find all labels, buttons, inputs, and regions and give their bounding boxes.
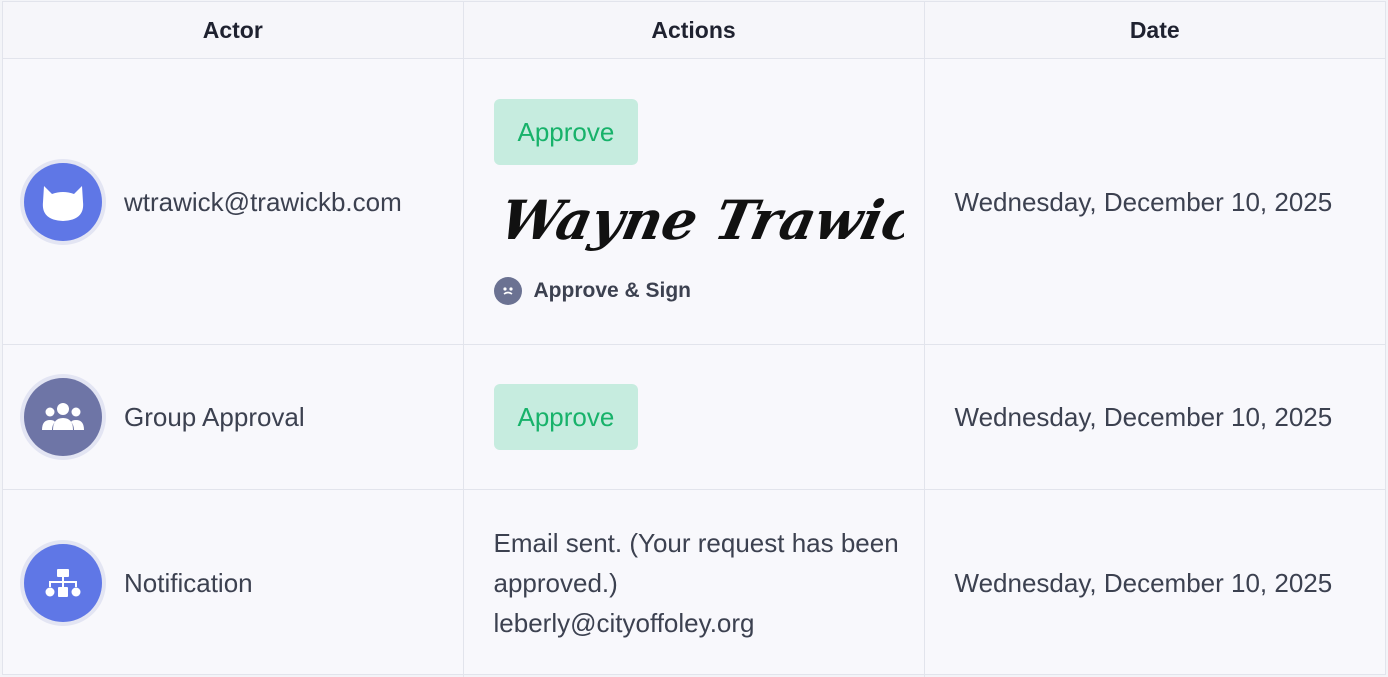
actor-name: Group Approval — [124, 402, 305, 432]
signature-image: Wayne Trawick — [494, 179, 959, 271]
actor-cell: Group Approval — [3, 344, 464, 490]
actions-cell: Approve Wayne Trawick Approve & Sign — [463, 58, 959, 345]
table-row: Notification Email sent. (Your request h… — [3, 489, 1385, 677]
smiley-icon — [493, 276, 522, 305]
date-text: Wednesday, December 10, 2025 — [954, 402, 1333, 432]
date-cell: Wednesday, December 10, 2025 — [924, 58, 1385, 345]
actions-cell: Email sent. (Your request has been appro… — [463, 489, 925, 677]
sign-method-label: Approve & Sign — [493, 276, 903, 305]
svg-text:Wayne Trawick: Wayne Trawick — [494, 188, 903, 251]
audit-history-table: Actor Actions Date wtrawick@trawickb.com — [2, 1, 1386, 677]
cat-face-icon — [24, 162, 102, 241]
column-header-actions[interactable]: Actions — [463, 2, 925, 59]
column-header-date[interactable]: Date — [924, 2, 1385, 59]
table-header-row: Actor Actions Date — [3, 2, 1385, 59]
actions-cell: Approve — [463, 344, 925, 490]
sign-method-text: Approve & Sign — [533, 278, 692, 302]
date-cell: Wednesday, December 10, 2025 — [924, 344, 1385, 490]
date-text: Wednesday, December 10, 2025 — [954, 568, 1333, 599]
table-row: Group Approval Approve Wednesday, Decemb… — [3, 344, 1385, 490]
approve-button[interactable]: Approve — [493, 384, 639, 450]
table-row: wtrawick@trawickb.com Approve Wayne Traw… — [3, 58, 1385, 345]
sitemap-icon — [24, 544, 102, 623]
column-header-actor[interactable]: Actor — [3, 2, 464, 59]
notification-recipient: leberly@cityoffoley.org — [493, 608, 755, 639]
notification-message: Email sent. (Your request has been appro… — [493, 528, 899, 599]
actor-email: wtrawick@trawickb.com — [124, 186, 402, 217]
date-text: Wednesday, December 10, 2025 — [954, 186, 1333, 217]
date-cell: Wednesday, December 10, 2025 — [924, 490, 1385, 677]
group-users-icon — [24, 378, 102, 456]
approve-button[interactable]: Approve — [493, 98, 639, 165]
actor-name: Notification — [124, 568, 253, 599]
actor-cell: wtrawick@trawickb.com — [3, 58, 464, 345]
actor-cell: Notification — [3, 489, 464, 677]
